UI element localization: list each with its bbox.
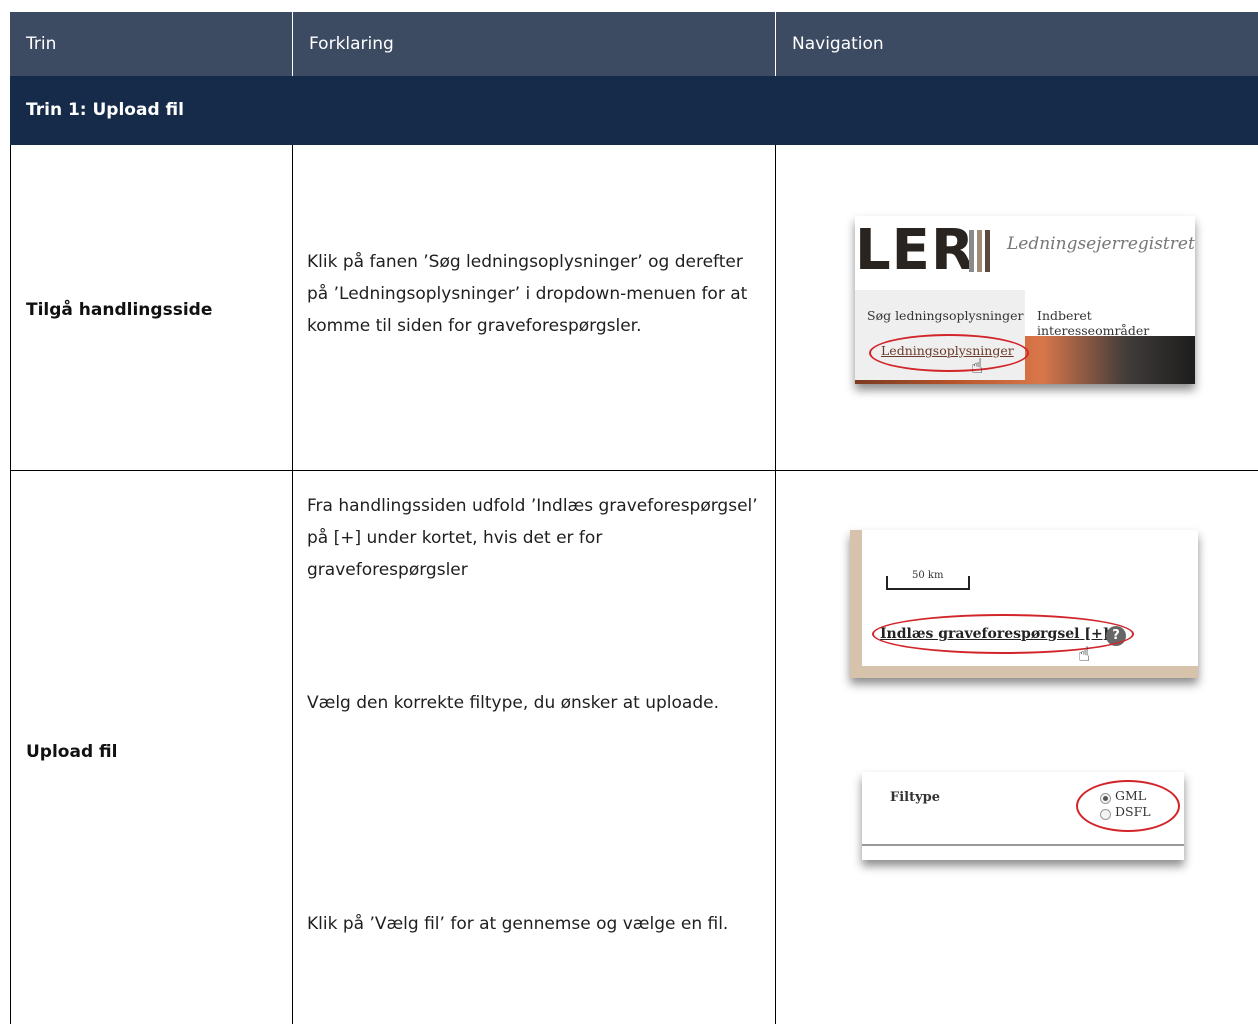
- beige-border: [850, 666, 1198, 678]
- menu-item-indberet[interactable]: Indberet interesseområder: [1037, 308, 1195, 338]
- row-text-tilgaa: Klik på fanen ’Søg ledningsoplysninger’ …: [307, 252, 748, 336]
- pointer-hand-icon: ☝: [971, 354, 984, 378]
- beige-border: [850, 530, 862, 678]
- header-trin: Trin: [26, 34, 57, 54]
- screenshot-ler-menu: LER Ledningsejerregistret Søg ledningsop…: [855, 216, 1195, 384]
- grid-line: [775, 145, 776, 1024]
- screenshot-indlaes: 50 km Indlæs graveforespørgsel [+] ? ☝: [850, 530, 1198, 678]
- highlight-oval: [869, 334, 1029, 372]
- grid-line: [10, 145, 11, 1024]
- divider: [862, 844, 1184, 846]
- instruction-table: Trin Forklaring Navigation Trin 1: Uploa…: [10, 12, 1258, 1024]
- ler-subtitle: Ledningsejerregistret: [1007, 234, 1195, 254]
- row-label-tilgaa: Tilgå handlingsside: [26, 300, 213, 320]
- table-header: Trin Forklaring Navigation: [10, 12, 1258, 76]
- ler-logo-bars-icon: [969, 230, 993, 272]
- row-text-vaelg-fil: Klik på ’Vælg fil’ for at gennemse og væ…: [307, 914, 729, 934]
- screenshot-filtype: Filtype GML DSFL: [862, 772, 1184, 860]
- row-text-filtype: Vælg den korrekte filtype, du ønsker at …: [307, 693, 720, 713]
- header-navigation: Navigation: [792, 34, 884, 54]
- highlight-oval: [1076, 780, 1180, 832]
- ler-logo: LER: [855, 218, 976, 283]
- grid-line: [292, 145, 293, 1024]
- row-text-indlaes: Fra handlingssiden udfold ’Indlæs gravef…: [307, 496, 758, 580]
- section-header: Trin 1: Upload fil: [10, 76, 1258, 145]
- row-label-upload: Upload fil: [26, 742, 118, 762]
- grid-line: [10, 470, 1258, 471]
- pointer-hand-icon: ☝: [1078, 642, 1091, 666]
- header-forklaring: Forklaring: [309, 34, 394, 54]
- map-scale-label: 50 km: [912, 570, 944, 581]
- filtype-label: Filtype: [890, 790, 941, 805]
- highlight-oval: [872, 614, 1134, 654]
- menu-item-soeg[interactable]: Søg ledningsoplysninger: [867, 308, 1023, 323]
- section-title: Trin 1: Upload fil: [26, 100, 184, 120]
